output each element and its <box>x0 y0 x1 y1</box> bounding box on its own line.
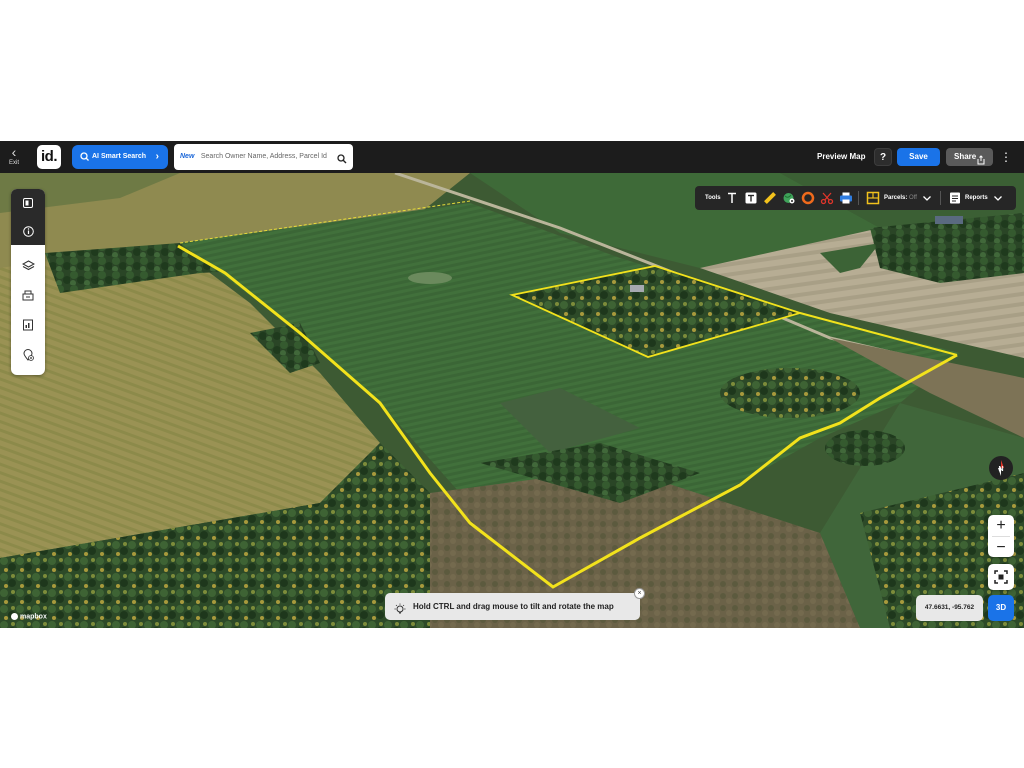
share-icon <box>977 148 985 179</box>
zoom-in-button[interactable]: + <box>988 515 1014 536</box>
layers-button[interactable] <box>11 251 45 279</box>
search-placeholder: Search Owner Name, Address, Parcel Id <box>200 153 327 160</box>
text-icon[interactable] <box>725 191 739 205</box>
print-icon[interactable] <box>839 191 853 205</box>
new-badge: New <box>180 153 195 160</box>
help-button[interactable]: ? <box>874 148 892 166</box>
map-app: ‹ Exit id. AI Smart Search › New Search … <box>0 141 1024 628</box>
info-button[interactable] <box>11 217 45 245</box>
hint-text: Hold CTRL and drag mouse to tilt and rot… <box>413 602 614 611</box>
parcels-state: Off <box>909 195 917 201</box>
add-location-button[interactable] <box>11 341 45 369</box>
parcels-icon[interactable] <box>866 191 880 205</box>
chevron-down-icon[interactable] <box>991 191 1005 205</box>
info-icon <box>22 225 34 237</box>
search-input[interactable]: New Search Owner Name, Address, Parcel I… <box>174 144 353 170</box>
exit-label: Exit <box>8 160 19 166</box>
text-box-icon[interactable] <box>744 191 758 205</box>
preview-map-button[interactable]: Preview Map <box>817 141 865 173</box>
parcels-toggle[interactable]: Parcels: Off <box>884 186 917 210</box>
zoom-out-button[interactable]: − <box>988 537 1014 558</box>
3d-toggle-button[interactable]: 3D <box>988 595 1014 621</box>
close-icon[interactable]: × <box>634 588 645 599</box>
fit-bounds-button[interactable] <box>988 564 1014 590</box>
compass-button[interactable]: N <box>989 456 1013 480</box>
ai-smart-search-button[interactable]: AI Smart Search › <box>72 145 168 169</box>
search-icon <box>80 145 89 180</box>
compass-label: N <box>998 466 1003 473</box>
buildings-icon <box>22 290 34 301</box>
scissors-icon[interactable] <box>820 191 834 205</box>
reports-label[interactable]: Reports <box>965 186 988 210</box>
mapbox-label: mapbox <box>20 613 47 621</box>
ai-smart-search-label: AI Smart Search <box>92 153 147 160</box>
report-button[interactable] <box>11 311 45 339</box>
coordinates-readout: 47.6631, -95.762 <box>916 595 983 621</box>
kebab-icon[interactable]: ⋮ <box>1000 149 1012 165</box>
share-label: Share <box>954 152 977 161</box>
app-logo[interactable]: id. <box>37 145 61 169</box>
parcels-label: Parcels: <box>884 195 908 201</box>
report-doc-icon <box>23 319 33 331</box>
buffer-ring-icon[interactable] <box>801 191 815 205</box>
ruler-icon[interactable] <box>763 191 777 205</box>
layers-icon <box>21 259 35 270</box>
tools-label: Tools <box>705 195 721 201</box>
search-icon[interactable] <box>337 151 347 169</box>
chevron-left-icon: ‹ <box>11 144 17 160</box>
left-toolbar <box>11 189 45 375</box>
tilt-hint-toast: Hold CTRL and drag mouse to tilt and rot… <box>385 588 645 620</box>
focus-frame-icon <box>994 570 1008 584</box>
share-button[interactable]: Share <box>946 148 993 166</box>
lightbulb-icon <box>394 600 406 627</box>
tools-bar: Tools Parcels: Off Reports <box>695 186 1016 210</box>
top-bar: ‹ Exit id. AI Smart Search › New Search … <box>0 141 1024 173</box>
zoom-control: + − <box>988 515 1014 557</box>
mapbox-logo-icon <box>11 613 18 620</box>
reports-icon[interactable] <box>948 191 962 205</box>
add-location-icon <box>23 349 34 361</box>
chevron-down-icon[interactable] <box>920 191 934 205</box>
map-canvas <box>0 173 1024 628</box>
panel-toggle-button[interactable] <box>11 189 45 217</box>
chevron-right-icon: › <box>155 151 159 162</box>
panel-toggle-icon <box>23 198 33 208</box>
buildings-button[interactable] <box>11 281 45 309</box>
compass-icon: N <box>998 460 1004 476</box>
save-button[interactable]: Save <box>897 148 940 166</box>
globe-pin-icon[interactable] <box>782 191 796 205</box>
exit-button[interactable]: ‹ Exit <box>4 145 24 171</box>
mapbox-attribution[interactable]: mapbox <box>11 613 47 620</box>
satellite-map[interactable] <box>0 173 1024 628</box>
